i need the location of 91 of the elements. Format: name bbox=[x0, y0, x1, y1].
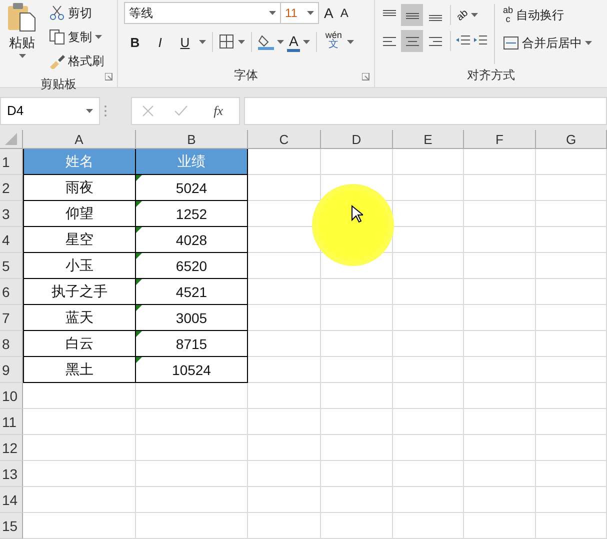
brush-icon bbox=[49, 53, 65, 69]
underline-button[interactable]: U bbox=[174, 31, 196, 53]
column-header[interactable]: A bbox=[23, 130, 136, 149]
borders-icon bbox=[219, 34, 235, 50]
column-header[interactable]: G bbox=[536, 130, 607, 149]
table-cell: 仰望 bbox=[23, 201, 136, 227]
dialog-launcher-icon[interactable] bbox=[105, 73, 113, 81]
table-cell: 4521 bbox=[136, 279, 248, 305]
table-cell: 3005 bbox=[136, 305, 248, 331]
caret-icon bbox=[585, 41, 592, 45]
row-header[interactable]: 5 bbox=[0, 253, 23, 279]
table-cell: 6520 bbox=[136, 253, 248, 279]
paste-button[interactable]: 粘贴 bbox=[7, 34, 37, 52]
table-cell: 星空 bbox=[23, 227, 136, 253]
horizontal-align-button[interactable] bbox=[401, 30, 423, 52]
row-header[interactable]: 7 bbox=[0, 305, 23, 331]
table-cell: 白云 bbox=[23, 331, 136, 357]
row-header[interactable]: 13 bbox=[0, 461, 23, 487]
cursor-icon bbox=[351, 205, 363, 223]
formula-field[interactable] bbox=[244, 96, 607, 125]
row-header[interactable]: 3 bbox=[0, 201, 23, 227]
font-size-field[interactable]: 11 bbox=[280, 2, 319, 24]
copy-icon bbox=[49, 29, 65, 45]
group-title: 字体 bbox=[233, 67, 259, 84]
format-painter-button[interactable]: 格式刷 bbox=[47, 50, 106, 72]
header-cell: 业绩 bbox=[136, 149, 248, 175]
table-cell: 小玉 bbox=[23, 253, 136, 279]
table-cell: 蓝天 bbox=[23, 305, 136, 331]
row-header[interactable]: 14 bbox=[0, 487, 23, 513]
fill-color-icon bbox=[258, 34, 274, 50]
caret-icon bbox=[238, 40, 245, 44]
column-header[interactable]: F bbox=[464, 130, 536, 149]
align-icon bbox=[428, 35, 442, 47]
header-cell: 姓名 bbox=[23, 149, 136, 175]
row-header[interactable]: 10 bbox=[0, 383, 23, 409]
table-cell: 5024 bbox=[136, 175, 248, 201]
row-header[interactable]: 6 bbox=[0, 279, 23, 305]
close-icon bbox=[142, 104, 154, 117]
row-header[interactable]: 11 bbox=[0, 409, 23, 435]
bold-button[interactable]: B bbox=[124, 31, 146, 53]
group-title: 对齐方式 bbox=[466, 67, 516, 84]
table-cell: 1252 bbox=[136, 201, 248, 227]
insert-function-button[interactable]: fx bbox=[208, 102, 230, 120]
caret-icon bbox=[18, 54, 26, 58]
orientation-button[interactable]: ab bbox=[455, 4, 480, 26]
cut-button[interactable]: 剪切 bbox=[47, 2, 106, 24]
row-header[interactable]: 4 bbox=[0, 227, 23, 253]
scissors-icon bbox=[49, 5, 65, 21]
merge-icon bbox=[503, 35, 519, 51]
column-header[interactable]: D bbox=[321, 130, 393, 149]
table-cell: 雨夜 bbox=[23, 175, 136, 201]
row-header[interactable]: 12 bbox=[0, 435, 23, 461]
align-icon bbox=[382, 35, 396, 47]
name-box[interactable]: D4 bbox=[0, 96, 100, 125]
vertical-align-button[interactable] bbox=[401, 4, 423, 26]
font-color-button[interactable]: A bbox=[287, 32, 300, 52]
row-header[interactable]: 9 bbox=[0, 357, 23, 383]
caret-icon bbox=[199, 40, 206, 44]
row-header[interactable]: 8 bbox=[0, 331, 23, 357]
caret-icon bbox=[277, 40, 284, 44]
phonetic-button[interactable]: wén 文 bbox=[323, 30, 344, 54]
italic-button[interactable]: I bbox=[149, 31, 171, 53]
caret-icon bbox=[95, 35, 102, 39]
caret-icon bbox=[346, 40, 354, 44]
dialog-launcher-icon[interactable] bbox=[362, 73, 370, 81]
group-title: 剪贴板 bbox=[40, 76, 78, 93]
check-icon bbox=[174, 104, 188, 117]
row-header[interactable]: 2 bbox=[0, 175, 23, 201]
table-cell: 10524 bbox=[136, 357, 248, 383]
align-icon bbox=[405, 35, 419, 47]
column-header[interactable]: E bbox=[393, 130, 464, 149]
caret-icon bbox=[303, 40, 310, 44]
font-name-field[interactable]: 等线 bbox=[124, 2, 281, 24]
caret-icon bbox=[471, 13, 478, 17]
caret-icon bbox=[307, 11, 314, 15]
row-header[interactable]: 1 bbox=[0, 149, 23, 175]
copy-button[interactable]: 复制 bbox=[47, 26, 106, 48]
merge-center-button[interactable]: 合并后居中 bbox=[501, 32, 594, 54]
row-header[interactable]: 15 bbox=[0, 513, 23, 539]
caret-icon bbox=[86, 108, 93, 113]
table-cell: 8715 bbox=[136, 331, 248, 357]
table-cell: 黑土 bbox=[23, 357, 136, 383]
shrink-font-button[interactable]: A bbox=[338, 2, 350, 24]
table-cell: 执子之手 bbox=[23, 279, 136, 305]
corner-triangle-icon bbox=[5, 133, 17, 145]
column-header[interactable]: C bbox=[248, 130, 321, 149]
table-cell: 4028 bbox=[136, 227, 248, 253]
column-header[interactable]: B bbox=[136, 130, 248, 149]
grip-icon bbox=[104, 104, 107, 117]
grow-font-button[interactable]: A bbox=[322, 2, 336, 24]
caret-icon bbox=[269, 11, 276, 15]
